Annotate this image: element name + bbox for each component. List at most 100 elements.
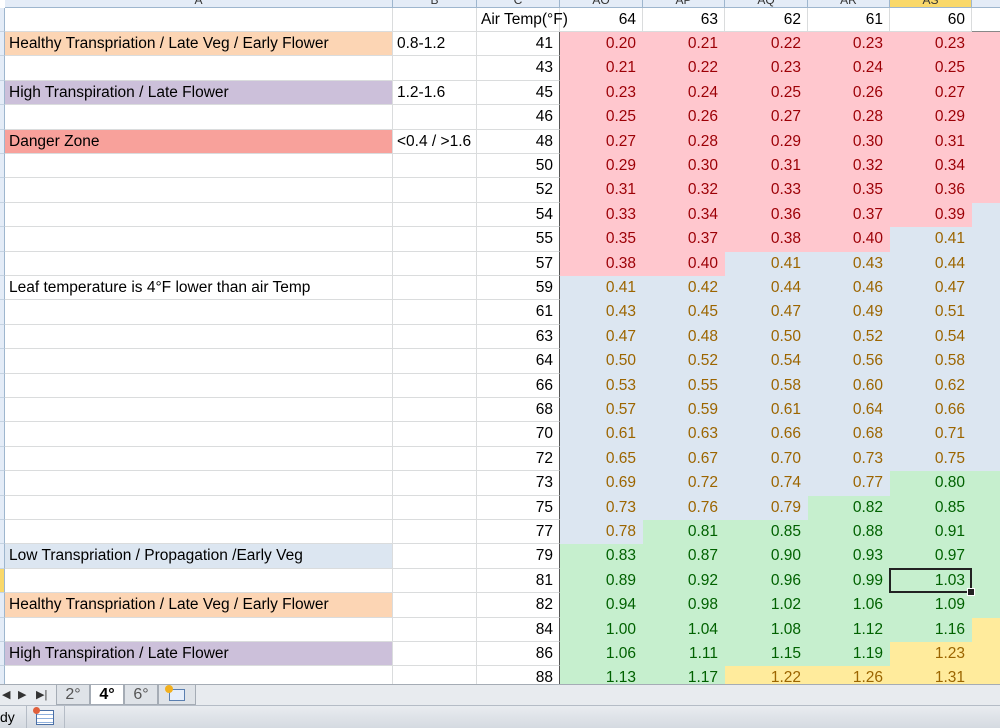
vpd-cell[interactable]: 0.26 <box>808 80 890 106</box>
vpd-cell[interactable]: 0.33 <box>725 178 808 203</box>
leaf-temp-cell[interactable]: 79 <box>477 544 560 569</box>
leaf-temp-cell[interactable]: 43 <box>477 56 560 81</box>
vpd-cell[interactable]: 0.55 <box>643 373 725 398</box>
vpd-cell[interactable]: 0.75 <box>890 446 972 472</box>
leaf-temp-cell[interactable]: 88 <box>477 666 560 684</box>
vpd-cell[interactable]: 0.53 <box>560 373 643 398</box>
last-sheet-icon[interactable]: ▶| <box>36 688 47 701</box>
vpd-cell[interactable]: 0.47 <box>560 324 643 350</box>
range-cell[interactable] <box>393 227 477 252</box>
vpd-cell[interactable]: 1.09 <box>890 593 972 618</box>
vpd-cell[interactable]: 0.52 <box>643 349 725 374</box>
vpd-cell[interactable]: 1.15 <box>725 642 808 667</box>
vpd-cell[interactable]: 0.73 <box>560 495 643 520</box>
label-cell[interactable] <box>5 398 393 423</box>
vpd-cell-partial[interactable] <box>972 666 1000 684</box>
label-cell[interactable]: High Transpiration / Late Flower <box>5 80 393 106</box>
leaf-temp-cell[interactable]: 61 <box>477 300 560 325</box>
vpd-cell-partial[interactable] <box>972 105 1000 130</box>
vpd-cell[interactable]: 0.44 <box>890 251 972 276</box>
range-cell[interactable] <box>393 202 477 228</box>
spreadsheet-grid[interactable]: ABCAOAPAQARASATAir Temp(°F)6463626160Hea… <box>0 0 1000 684</box>
vpd-cell[interactable]: 0.89 <box>560 568 643 594</box>
leaf-temp-cell[interactable]: 68 <box>477 398 560 423</box>
cell[interactable] <box>393 8 477 33</box>
vpd-cell-partial[interactable] <box>972 56 1000 81</box>
range-cell[interactable] <box>393 373 477 398</box>
vpd-cell-partial[interactable] <box>972 227 1000 252</box>
vpd-cell[interactable]: 0.71 <box>890 422 972 447</box>
vpd-cell[interactable]: 0.32 <box>808 154 890 179</box>
leaf-temp-cell[interactable]: 46 <box>477 105 560 130</box>
vpd-cell[interactable]: 0.81 <box>643 520 725 545</box>
vpd-cell[interactable]: 0.41 <box>725 251 808 276</box>
vpd-cell[interactable]: 0.42 <box>643 276 725 301</box>
vpd-cell[interactable]: 0.77 <box>808 471 890 496</box>
range-cell[interactable] <box>393 56 477 81</box>
leaf-temp-cell[interactable]: 59 <box>477 276 560 301</box>
vpd-cell[interactable]: 0.25 <box>725 80 808 106</box>
vpd-cell[interactable]: 0.61 <box>725 398 808 423</box>
leaf-temp-cell[interactable]: 73 <box>477 471 560 496</box>
leaf-temp-cell[interactable]: 84 <box>477 617 560 642</box>
vpd-cell[interactable]: 1.04 <box>643 617 725 642</box>
leaf-temp-cell[interactable]: 77 <box>477 520 560 545</box>
vpd-cell[interactable]: 0.37 <box>808 202 890 228</box>
label-cell[interactable]: Healthy Transpriation / Late Veg / Early… <box>5 593 393 618</box>
vpd-cell-partial[interactable] <box>972 471 1000 496</box>
vpd-cell[interactable]: 0.54 <box>725 349 808 374</box>
vpd-cell-partial[interactable] <box>972 202 1000 228</box>
next-sheet-icon[interactable]: ▶ <box>18 688 26 701</box>
vpd-cell[interactable]: 0.40 <box>643 251 725 276</box>
vpd-cell[interactable]: 0.43 <box>808 251 890 276</box>
vpd-cell-partial[interactable] <box>972 324 1000 350</box>
vpd-cell[interactable]: 0.28 <box>643 129 725 154</box>
vpd-cell[interactable]: 0.29 <box>890 105 972 130</box>
range-cell[interactable] <box>393 544 477 569</box>
vpd-cell[interactable]: 0.76 <box>643 495 725 520</box>
vpd-cell[interactable]: 0.91 <box>890 520 972 545</box>
label-cell[interactable]: Healthy Transpriation / Late Veg / Early… <box>5 32 393 57</box>
vpd-cell-partial[interactable] <box>972 80 1000 106</box>
range-cell[interactable] <box>393 642 477 667</box>
leaf-temp-cell[interactable]: 50 <box>477 154 560 179</box>
vpd-cell[interactable]: 0.64 <box>808 398 890 423</box>
vpd-cell[interactable]: 1.02 <box>725 593 808 618</box>
vpd-cell[interactable]: 0.23 <box>560 80 643 106</box>
column-header-at[interactable]: AT <box>972 0 1000 8</box>
vpd-cell-partial[interactable] <box>972 373 1000 398</box>
vpd-cell[interactable]: 0.83 <box>560 544 643 569</box>
column-header-aq[interactable]: AQ <box>725 0 808 8</box>
label-cell[interactable]: Leaf temperature is 4°F lower than air T… <box>5 276 393 301</box>
label-cell[interactable] <box>5 446 393 472</box>
vpd-cell[interactable]: 1.08 <box>725 617 808 642</box>
vpd-cell[interactable]: 0.37 <box>643 227 725 252</box>
vpd-cell[interactable]: 0.88 <box>808 520 890 545</box>
vpd-cell[interactable]: 0.90 <box>725 544 808 569</box>
vpd-cell[interactable]: 0.40 <box>808 227 890 252</box>
air-temp-header[interactable]: 60 <box>890 8 972 33</box>
vpd-cell[interactable]: 0.58 <box>890 349 972 374</box>
label-cell[interactable] <box>5 56 393 81</box>
vpd-cell[interactable]: 1.11 <box>643 642 725 667</box>
vpd-cell[interactable]: 0.27 <box>560 129 643 154</box>
vpd-cell[interactable]: 1.26 <box>808 666 890 684</box>
vpd-cell[interactable]: 0.22 <box>643 56 725 81</box>
vpd-cell[interactable]: 0.87 <box>643 544 725 569</box>
label-cell[interactable] <box>5 666 393 684</box>
vpd-cell[interactable]: 0.47 <box>890 276 972 301</box>
vpd-cell[interactable]: 0.61 <box>560 422 643 447</box>
label-cell[interactable] <box>5 617 393 642</box>
leaf-temp-cell[interactable]: 72 <box>477 446 560 472</box>
label-cell[interactable] <box>5 227 393 252</box>
column-header-b[interactable]: B <box>393 0 477 8</box>
column-header-a[interactable]: A <box>5 0 393 8</box>
vpd-cell[interactable]: 0.74 <box>725 471 808 496</box>
vpd-cell[interactable]: 0.63 <box>643 422 725 447</box>
vpd-cell-partial[interactable] <box>972 642 1000 667</box>
vpd-cell[interactable]: 0.39 <box>890 202 972 228</box>
vpd-cell[interactable]: 0.25 <box>890 56 972 81</box>
vpd-cell[interactable]: 1.17 <box>643 666 725 684</box>
vpd-cell[interactable]: 0.67 <box>643 446 725 472</box>
vpd-cell[interactable]: 0.93 <box>808 544 890 569</box>
